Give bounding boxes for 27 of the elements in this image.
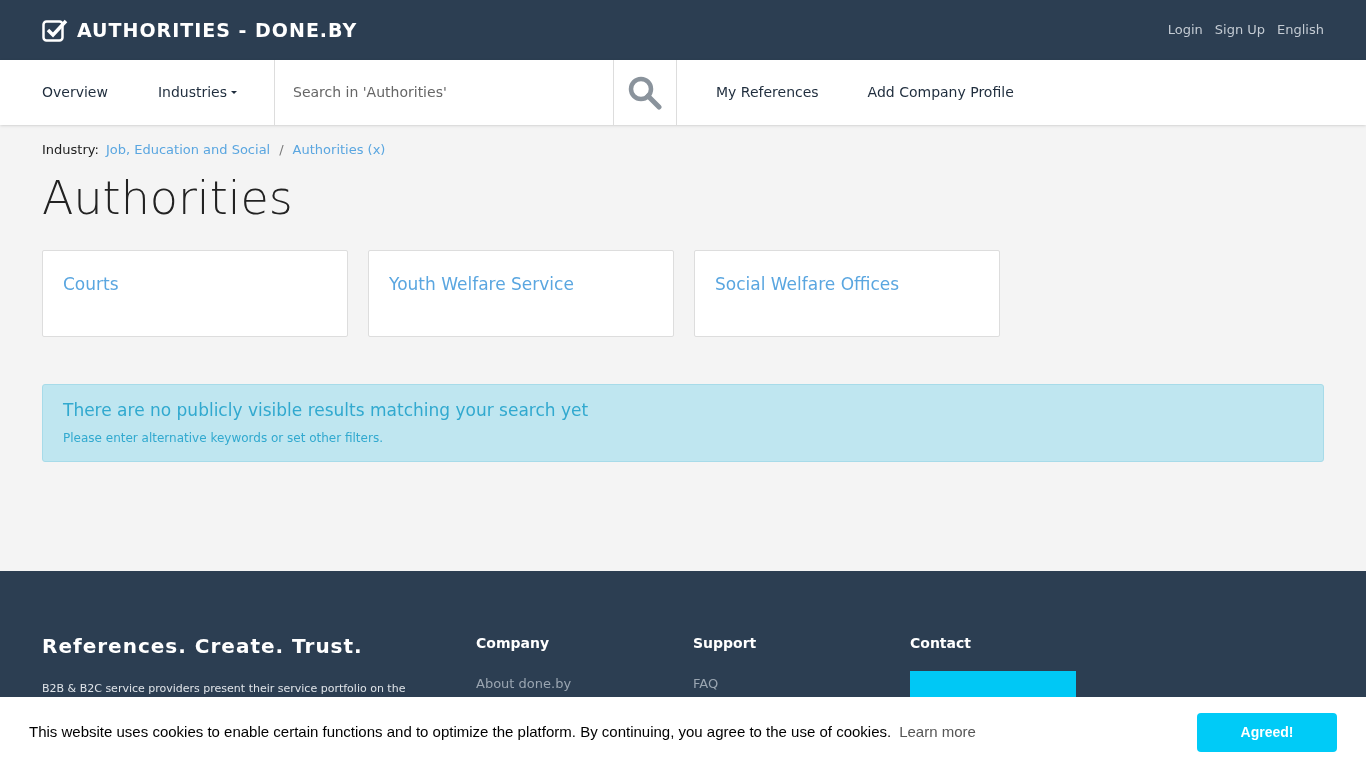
footer-text: B2B & B2C service providers present their service portfolio on the <box>42 681 407 697</box>
footer-heading: Support <box>693 634 758 653</box>
footer-heading: Contact <box>910 634 972 653</box>
nav-item[interactable]: Industries <box>157 82 238 103</box>
learn-more-link[interactable]: Learn more <box>899 721 976 744</box>
footer-heading: Company <box>476 634 551 653</box>
footer-link[interactable]: About done.by <box>476 674 693 694</box>
alert-text: Please enter alternative keywords or set other filters. <box>63 430 384 447</box>
nav-item[interactable]: Overview <box>42 82 108 103</box>
site-title[interactable]: AUTHORITIES - DONE.BY <box>77 15 358 45</box>
caret-icon <box>231 91 238 94</box>
breadcrumb-separator: / <box>279 141 284 159</box>
footer-tagline: References. Create. Trust. <box>42 633 364 660</box>
nav-link[interactable]: My References <box>716 82 819 103</box>
alert-title: There are no publicly visible results matching your search yet <box>63 398 590 422</box>
footer-link[interactable]: FAQ <box>693 674 910 694</box>
cookie-text: This website uses cookies to enable certain functions and to optimize the platform. By continuing, you agree to the use of cookies. <box>29 722 892 743</box>
breadcrumb-label: Industry: <box>42 141 99 159</box>
page-heading: Authorities <box>42 169 294 227</box>
header-link[interactable]: Login <box>1167 20 1203 40</box>
checkbox-logo-icon <box>42 18 68 42</box>
search-button[interactable] <box>613 60 677 125</box>
search-icon <box>628 75 662 110</box>
search-field[interactable]: Search in 'Authorities' <box>274 60 613 125</box>
header-link[interactable]: English <box>1277 20 1324 40</box>
header-link[interactable]: Sign Up <box>1214 20 1266 40</box>
nav-link[interactable]: Add Company Profile <box>867 82 1014 103</box>
